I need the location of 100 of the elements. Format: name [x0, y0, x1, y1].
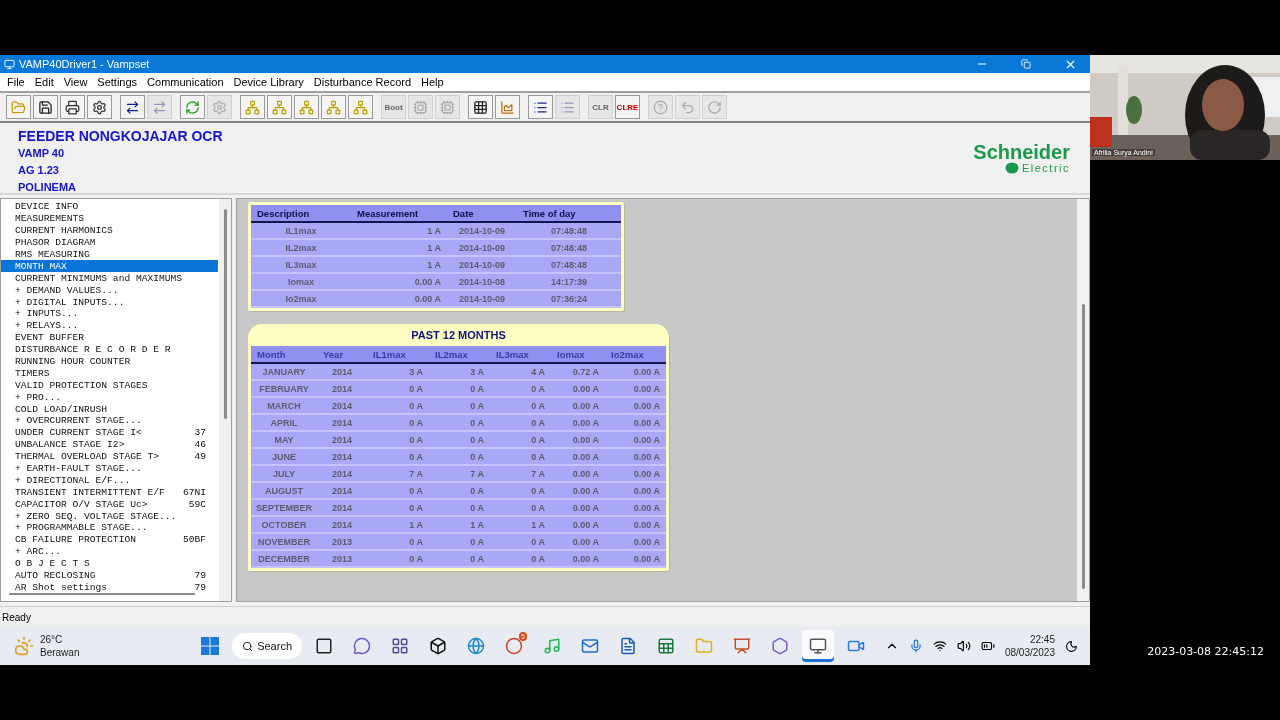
toolbar-button[interactable]	[60, 95, 85, 119]
table-cell: 0 A	[490, 534, 551, 551]
tree-item[interactable]: CURRENT HARMONICS	[1, 224, 218, 237]
list-icon	[560, 99, 575, 115]
table-cell: 2014-10-09	[447, 291, 517, 308]
table-cell: 2014	[317, 500, 367, 517]
tree-item[interactable]: + DIGITAL INPUTS...	[1, 296, 218, 308]
tree-item[interactable]: MEASUREMENTS	[1, 212, 218, 225]
tree-item[interactable]: + PROGRAMMABLE STAGE...	[1, 522, 218, 534]
table-cell: 0.00 A	[605, 381, 666, 398]
menu-item[interactable]: Disturbance Record	[308, 76, 417, 88]
tree-item[interactable]: DISTURBANCE R E C O R D E R	[1, 343, 218, 356]
search-button[interactable]: Search	[232, 633, 302, 659]
network-icon	[299, 99, 314, 115]
table-cell: 0.00 A	[605, 483, 666, 500]
tree-item[interactable]: + PRO...	[1, 391, 218, 404]
grid-icon	[391, 637, 409, 655]
status-text: Ready	[2, 611, 31, 623]
menu-item[interactable]: View	[58, 76, 93, 88]
tree-item[interactable]: CURRENT MINIMUMS and MAXIMUMS	[1, 272, 218, 285]
tree-item[interactable]: + EARTH-FAULT STAGE...	[1, 462, 218, 475]
toolbar-button[interactable]	[120, 95, 145, 119]
restore-icon	[1021, 59, 1031, 69]
table-cell: 1 A	[351, 257, 447, 274]
tree-item[interactable]: EVENT BUFFER	[1, 331, 218, 344]
table-cell: DECEMBER	[251, 551, 317, 568]
tree-item[interactable]: + ARC...	[1, 545, 218, 558]
microphone-icon[interactable]	[908, 639, 923, 653]
tree-item[interactable]: DEVICE INFO	[1, 201, 218, 213]
tree-item[interactable]: + ZERO SEQ. VOLTAGE STAGE...	[1, 510, 218, 523]
table-cell: 0.00 A	[551, 398, 605, 415]
table-cell: 0.00 A	[551, 432, 605, 449]
device-info-line: POLINEMA	[18, 180, 78, 195]
tree-item[interactable]: + RELAYS...	[1, 319, 218, 332]
tree-item[interactable]: COLD LOAD/INRUSH	[1, 403, 218, 416]
toolbar-button[interactable]	[468, 95, 493, 119]
speaker-icon[interactable]	[956, 639, 971, 653]
table-cell: MARCH	[251, 398, 317, 415]
column-header: IL2max	[429, 346, 490, 364]
moon-icon[interactable]	[1065, 639, 1078, 653]
table-cell: 0 A	[490, 483, 551, 500]
settings-icon	[212, 99, 227, 115]
toolbar-button[interactable]: CLRE	[615, 95, 640, 119]
table-cell: 0 A	[367, 432, 429, 449]
scrollbar-thumb[interactable]	[9, 593, 195, 595]
timestamp: 2023-03-08 22:45:12	[1147, 645, 1264, 658]
toolbar-button[interactable]	[87, 95, 112, 119]
table-cell: 0 A	[490, 551, 551, 568]
table-cell: 2013	[317, 534, 367, 551]
tree-item[interactable]: THERMAL OVERLOAD STAGE T> 49	[1, 450, 218, 463]
menu-item[interactable]: File	[2, 76, 30, 88]
table-cell: IL1max	[251, 223, 351, 240]
tree-item[interactable]: UNDER CURRENT STAGE I< 37	[1, 426, 218, 439]
tree-item[interactable]: O B J E C T S	[1, 557, 218, 570]
network-icon	[245, 99, 260, 115]
battery-icon[interactable]	[980, 639, 995, 653]
table-cell: 0 A	[429, 432, 490, 449]
tree-item[interactable]: TRANSIENT INTERMITTENT E/F 67NI	[1, 486, 218, 499]
table-cell: OCTOBER	[251, 517, 317, 534]
wifi-icon[interactable]	[932, 639, 947, 653]
menu-item[interactable]: Communication	[142, 76, 229, 88]
tree-item[interactable]: + OVERCURRENT STAGE...	[1, 415, 218, 427]
column-header: IL1max	[367, 346, 429, 364]
table-cell: 0 A	[490, 449, 551, 466]
table-cell: 0.00 A	[605, 364, 666, 381]
table-cell: 2014	[317, 483, 367, 500]
tree-item[interactable]: CAPACITOR O/V STAGE Uc> 59C	[1, 498, 218, 511]
table-cell: MAY	[251, 432, 317, 449]
tree-item[interactable]: + DEMAND VALUES...	[1, 284, 218, 297]
table-cell: 0.00 A	[351, 274, 447, 291]
tree-item[interactable]: VALID PROTECTION STAGES	[1, 379, 218, 392]
menu-item[interactable]: Edit	[29, 76, 59, 88]
tree-item[interactable]: TIMERS	[1, 367, 218, 380]
menu-item[interactable]: Device Library	[228, 76, 309, 88]
music-icon	[543, 637, 561, 655]
menu-item[interactable]: Settings	[92, 76, 143, 88]
tree-item[interactable]: + INPUTS...	[1, 308, 218, 320]
tree-item[interactable]: PHASOR DIAGRAM	[1, 236, 218, 249]
table-cell: 07:48:48	[517, 223, 621, 240]
table-cell: 0 A	[429, 551, 490, 568]
scrollbar-thumb[interactable]	[223, 209, 227, 419]
taskbar-app[interactable]	[802, 630, 834, 662]
tree-item[interactable]: AR Shot settings 79	[1, 581, 218, 594]
column-header: Description	[251, 205, 351, 223]
tree-item[interactable]: RMS MEASURING	[1, 248, 218, 261]
tree-item[interactable]: RUNNING HOUR COUNTER	[1, 355, 218, 368]
tree-item[interactable]: + DIRECTIONAL E/F...	[1, 474, 218, 487]
scrollbar-thumb[interactable]	[1081, 304, 1085, 589]
tree-item[interactable]: MONTH MAX	[1, 260, 218, 273]
tree-item[interactable]: AUTO RECLOSING 79	[1, 569, 218, 582]
folder-icon	[695, 637, 713, 655]
toolbar-button[interactable]	[33, 95, 58, 119]
table-cell: 0 A	[367, 381, 429, 398]
weather-condition: Berawan	[40, 646, 80, 659]
table-cell: 7 A	[429, 466, 490, 483]
menu-item[interactable]: Help	[416, 76, 449, 88]
tree-item[interactable]: CB FAILURE PROTECTION 50BF	[1, 533, 218, 546]
tree-item[interactable]: UNBALANCE STAGE I2> 46	[1, 438, 218, 451]
logo-tagline: Electric	[1021, 162, 1070, 174]
table-cell: NOVEMBER	[251, 534, 317, 551]
